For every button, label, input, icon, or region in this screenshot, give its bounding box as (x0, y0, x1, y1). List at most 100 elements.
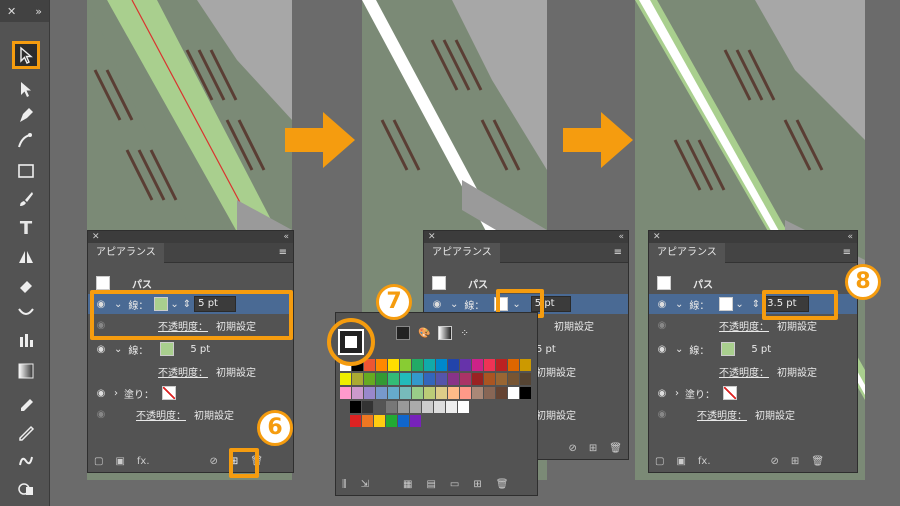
color-swatch[interactable] (388, 387, 399, 399)
eye-icon[interactable]: ◉ (94, 388, 108, 399)
color-swatch[interactable] (374, 415, 385, 427)
close-icon[interactable]: ✕ (428, 232, 436, 242)
color-swatch[interactable] (376, 359, 387, 371)
stroke-label[interactable]: 線： (128, 342, 148, 357)
eyedropper-tool[interactable] (14, 395, 38, 417)
graph-tool[interactable] (14, 330, 38, 352)
color-swatch[interactable] (436, 359, 447, 371)
paintbrush-tool[interactable] (14, 188, 38, 210)
color-swatch[interactable] (376, 387, 387, 399)
selection-tool[interactable] (12, 41, 40, 69)
direct-selection-tool[interactable] (14, 78, 38, 100)
stroke2-row[interactable]: ◉ ⌄ 線： 5 pt (649, 339, 857, 359)
menu-icon[interactable]: ≡ (843, 247, 857, 258)
color-swatch[interactable] (484, 359, 495, 371)
color-swatch[interactable] (496, 373, 507, 385)
color-swatch[interactable] (484, 387, 495, 399)
color-swatch[interactable] (362, 415, 373, 427)
duplicate-icon[interactable]: ⊞ (589, 443, 597, 454)
chevron-down-icon[interactable]: ⌄ (675, 299, 683, 310)
eraser-tool[interactable] (14, 274, 38, 296)
collapse-icon[interactable]: « (618, 232, 624, 242)
fill-none-swatch[interactable] (162, 386, 176, 400)
color-swatch[interactable] (364, 373, 375, 385)
fill-row[interactable]: ◉ › 塗り： (649, 383, 857, 403)
opacity-row[interactable]: 不透明度： 初期設定 (649, 361, 857, 381)
color-swatch[interactable] (398, 401, 409, 413)
fill-label[interactable]: 塗り： (685, 386, 715, 401)
eye-icon[interactable]: ◉ (94, 344, 108, 355)
chevron-right-icon[interactable]: › (114, 388, 118, 399)
stroke-label[interactable]: 線： (689, 342, 709, 357)
color-swatch[interactable] (424, 387, 435, 399)
chevron-down-icon[interactable]: ⌄ (675, 344, 683, 355)
close-icon[interactable]: ✕ (7, 5, 16, 18)
stepper-icon[interactable]: ⇕ (752, 299, 760, 310)
opacity-label[interactable]: 不透明度： (136, 407, 186, 422)
color-swatch[interactable] (508, 373, 519, 385)
add-stroke-icon[interactable]: ▢ (655, 456, 664, 467)
color-swatch[interactable] (388, 359, 399, 371)
color-swatch[interactable] (484, 373, 495, 385)
stroke-color-swatch[interactable] (719, 297, 734, 311)
curvature-tool[interactable] (14, 130, 38, 152)
color-swatch[interactable] (340, 373, 351, 385)
color-swatch[interactable] (412, 387, 423, 399)
eye-icon[interactable]: ◉ (655, 299, 669, 310)
clear-icon[interactable]: ⊘ (569, 443, 577, 454)
color-swatch[interactable] (472, 373, 483, 385)
color-swatch[interactable] (386, 415, 397, 427)
color-swatch[interactable] (472, 387, 483, 399)
library-icon[interactable]: ⫼ (342, 479, 347, 490)
color-swatch[interactable] (448, 359, 459, 371)
trash-icon[interactable]: 🗑 (609, 443, 622, 454)
color-swatch[interactable] (400, 373, 411, 385)
folder-icon[interactable]: ▭ (450, 479, 459, 490)
color-swatch[interactable] (400, 359, 411, 371)
color-swatch[interactable] (508, 359, 519, 371)
color-swatch[interactable] (398, 415, 409, 427)
color-swatch[interactable] (520, 373, 531, 385)
pattern-icon[interactable]: ⁘ (460, 328, 468, 339)
opacity-row[interactable]: 不透明度： 初期設定 (88, 361, 293, 381)
import-icon[interactable]: ⇲ (361, 479, 369, 490)
color-swatch[interactable] (412, 373, 423, 385)
gradient-swatch-icon[interactable] (438, 326, 453, 340)
palette-icon[interactable]: 🎨 (418, 328, 430, 339)
color-swatch[interactable] (460, 359, 471, 371)
tab-appearance[interactable]: アピアランス (88, 242, 164, 263)
trash-icon[interactable]: 🗑 (496, 479, 509, 490)
stroke-color-swatch[interactable] (721, 342, 736, 356)
show-kinds-icon[interactable]: ▦ (403, 479, 412, 490)
eye-icon[interactable]: ◉ (655, 320, 669, 331)
symbol-sprayer-tool[interactable] (14, 450, 38, 472)
dropdown-icon[interactable]: ⌄ (735, 299, 743, 310)
opacity-row[interactable]: ◉ 不透明度： 初期設定 (649, 404, 857, 424)
swatch-library-icon[interactable] (396, 326, 410, 340)
color-swatch[interactable] (352, 373, 363, 385)
opacity-label[interactable]: 不透明度： (719, 318, 769, 333)
color-swatch[interactable] (458, 401, 469, 413)
color-swatch[interactable] (364, 387, 375, 399)
color-swatch[interactable] (376, 373, 387, 385)
color-swatch[interactable] (448, 373, 459, 385)
color-swatch[interactable] (400, 387, 411, 399)
opacity-label[interactable]: 不透明度： (158, 364, 208, 379)
color-swatch[interactable] (424, 359, 435, 371)
swatch-grid[interactable] (340, 359, 535, 471)
color-swatch[interactable] (422, 401, 433, 413)
trash-icon[interactable]: 🗑 (811, 456, 824, 467)
color-swatch[interactable] (434, 401, 445, 413)
color-swatch[interactable] (436, 387, 447, 399)
color-swatch[interactable] (412, 359, 423, 371)
color-swatch[interactable] (386, 401, 397, 413)
menu-icon[interactable]: ≡ (614, 247, 628, 258)
opacity-label[interactable]: 不透明度： (719, 364, 769, 379)
eye-icon[interactable]: ◉ (655, 388, 669, 399)
color-swatch[interactable] (388, 373, 399, 385)
color-swatch[interactable] (352, 387, 363, 399)
collapse-icon[interactable]: « (283, 232, 289, 242)
stroke2-row[interactable]: ◉ ⌄ 線： 5 pt (88, 339, 293, 359)
color-swatch[interactable] (410, 401, 421, 413)
eye-icon[interactable]: ◉ (655, 409, 669, 420)
